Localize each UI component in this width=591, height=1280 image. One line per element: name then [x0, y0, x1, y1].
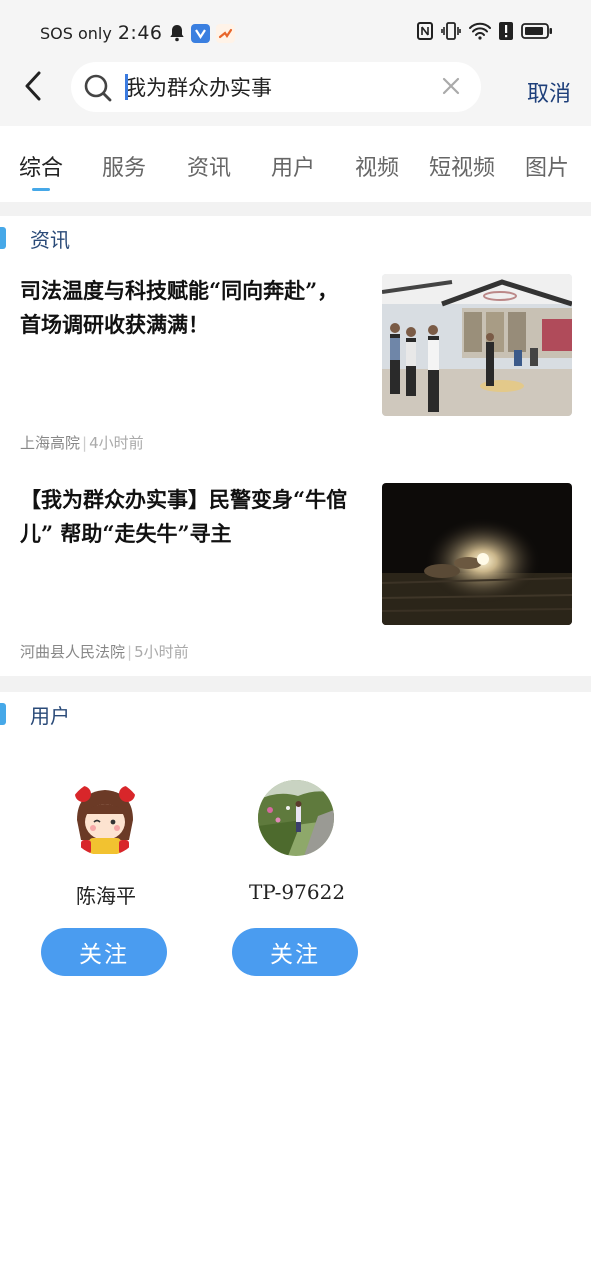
- news-time: 5小时前: [134, 643, 189, 661]
- status-bar: SOS only 2:46: [0, 0, 591, 62]
- user-name[interactable]: 陈海平: [41, 880, 171, 909]
- chevron-left-icon: [25, 71, 41, 101]
- back-button[interactable]: [18, 68, 48, 104]
- news-item[interactable]: 司法温度与科技赋能“同向奔赴”，首场调研收获满满！ 上海高院 | 4小时前: [0, 274, 591, 482]
- news-thumbnail-meeting-room[interactable]: [382, 274, 572, 416]
- news-meta: 上海高院 | 4小时前: [20, 432, 144, 453]
- tab-all[interactable]: 综合: [19, 150, 63, 182]
- status-left: SOS only 2:46: [40, 22, 235, 44]
- tab-images[interactable]: 图片: [525, 150, 569, 182]
- search-input[interactable]: [125, 71, 425, 103]
- meta-separator: |: [127, 643, 133, 661]
- search-bar: 取消: [0, 62, 591, 126]
- carrier-text: SOS only: [40, 23, 112, 43]
- search-box[interactable]: [71, 62, 481, 112]
- tab-videos[interactable]: 视频: [355, 150, 399, 182]
- news-title[interactable]: 【我为群众办实事】民警变身“牛倌儿” 帮助“走失牛”寻主: [20, 483, 350, 551]
- vibrate-icon: [441, 22, 461, 40]
- tab-news[interactable]: 资讯: [187, 150, 231, 182]
- wifi-icon: [469, 22, 491, 40]
- news-source: 河曲县人民法院: [20, 643, 126, 661]
- section-accent-bar: [0, 227, 6, 249]
- tab-services[interactable]: 服务: [102, 150, 146, 182]
- app-shield-icon: [190, 23, 210, 43]
- tab-short-videos[interactable]: 短视频: [429, 150, 495, 182]
- user-name[interactable]: TP-97622: [232, 880, 362, 904]
- active-tab-indicator: [32, 188, 50, 191]
- news-section-header: 资讯: [0, 216, 591, 260]
- category-tabs: 综合 服务 资讯 用户 视频 短视频 图片: [0, 126, 591, 202]
- search-icon: [83, 73, 113, 107]
- alert-icon: [499, 22, 513, 40]
- users-section-title: 用户: [30, 704, 70, 728]
- clock: 2:46: [117, 22, 163, 44]
- divider: [0, 202, 591, 216]
- tab-users[interactable]: 用户: [271, 150, 315, 182]
- avatar[interactable]: [258, 780, 334, 856]
- text-caret: [125, 74, 128, 100]
- users-section-header: 用户: [0, 692, 591, 736]
- avatar[interactable]: [67, 780, 143, 856]
- divider: [0, 676, 591, 692]
- cancel-button[interactable]: 取消: [527, 76, 571, 108]
- status-right: [417, 22, 553, 40]
- nfc-icon: [417, 22, 433, 40]
- news-title[interactable]: 司法温度与科技赋能“同向奔赴”，首场调研收获满满！: [20, 274, 350, 342]
- bell-icon: [169, 24, 185, 42]
- app-runner-icon: [215, 23, 235, 43]
- follow-button[interactable]: 关注: [232, 928, 358, 976]
- news-thumbnail-night-field[interactable]: [382, 483, 572, 625]
- section-accent-bar: [0, 703, 6, 725]
- news-section-title: 资讯: [30, 228, 70, 252]
- follow-button[interactable]: 关注: [41, 928, 167, 976]
- news-meta: 河曲县人民法院 | 5小时前: [20, 641, 189, 662]
- news-item[interactable]: 【我为群众办实事】民警变身“牛倌儿” 帮助“走失牛”寻主 河曲县人民法院 | 5小时…: [0, 483, 591, 691]
- battery-icon: [521, 22, 553, 40]
- news-time: 4小时前: [89, 434, 144, 452]
- clear-icon[interactable]: [439, 74, 463, 102]
- meta-separator: |: [82, 434, 88, 452]
- news-source: 上海高院: [20, 434, 81, 452]
